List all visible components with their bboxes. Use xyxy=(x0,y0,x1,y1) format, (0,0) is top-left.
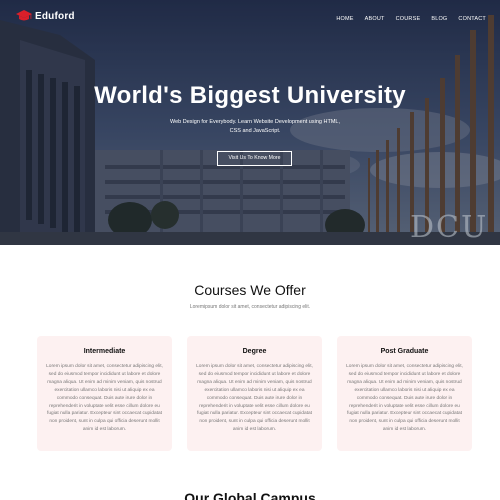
campus-sign-text: DCU xyxy=(410,210,489,245)
top-navbar: Eduford HOME ABOUT COURSE BLOG CONTACT xyxy=(0,0,500,36)
course-card-intermediate: Intermediate Lorem ipsum dolor sit amet,… xyxy=(37,336,172,451)
course-card-title: Degree xyxy=(242,348,267,355)
courses-section-title: Courses We Offer xyxy=(194,282,306,298)
brand-name: Eduford xyxy=(35,10,75,22)
hero-subtitle: Web Design for Everybody. Learn Website … xyxy=(170,119,340,134)
course-card-title: Post Graduate xyxy=(380,348,429,355)
visit-us-button[interactable]: Visit Us To Know More xyxy=(217,151,292,166)
course-card-text: Lorem ipsum dolor sit amet, consectetur … xyxy=(346,364,463,433)
nav-link-blog[interactable]: BLOG xyxy=(431,16,447,22)
main-menu: HOME ABOUT COURSE BLOG CONTACT xyxy=(325,16,486,22)
nav-link-course[interactable]: COURSE xyxy=(396,16,421,22)
courses-section-subtitle: Loremipsum dolor sit amet, consectetur a… xyxy=(189,304,311,310)
course-card-post-graduate: Post Graduate Lorem ipsum dolor sit amet… xyxy=(337,336,472,451)
course-card-text: Lorem ipsum dolor sit amet, consectetur … xyxy=(196,364,313,433)
nav-link-about[interactable]: ABOUT xyxy=(365,16,385,22)
global-campus-title: Our Global Campus xyxy=(184,490,316,500)
hero-title: World's Biggest University xyxy=(94,82,406,109)
nav-link-contact[interactable]: CONTACT xyxy=(458,16,486,22)
course-card-text: Lorem ipsum dolor sit amet, consectetur … xyxy=(46,364,163,433)
course-card-degree: Degree Lorem ipsum dolor sit amet, conse… xyxy=(187,336,322,451)
nav-link-home[interactable]: HOME xyxy=(336,16,353,22)
course-card-title: Intermediate xyxy=(83,348,126,355)
brand-logo[interactable]: Eduford xyxy=(16,10,75,22)
graduation-cap-icon xyxy=(16,10,32,21)
